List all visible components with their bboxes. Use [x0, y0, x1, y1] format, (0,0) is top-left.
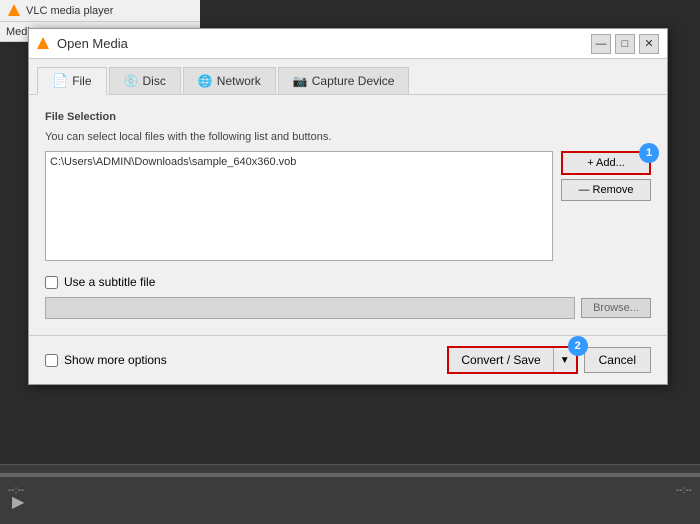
tab-disc[interactable]: Disc [109, 67, 181, 94]
dialog-minimize-button[interactable]: — [591, 34, 611, 54]
vlc-title: VLC media player [26, 5, 113, 17]
network-icon [198, 74, 213, 88]
vlc-time-right: --:-- [676, 485, 692, 496]
badge-2: 2 [568, 336, 588, 356]
dialog-title-left: Open Media [37, 36, 128, 51]
subtitle-checkbox-row: Use a subtitle file [45, 275, 651, 289]
convert-save-wrapper: Convert / Save ▼ 2 [447, 346, 577, 374]
vlc-logo-icon [8, 4, 20, 16]
dialog-title: Open Media [57, 36, 128, 51]
cancel-button[interactable]: Cancel [584, 347, 651, 373]
show-more-checkbox[interactable] [45, 354, 58, 367]
file-list-box[interactable]: C:\Users\ADMIN\Downloads\sample_640x360.… [45, 151, 553, 261]
tab-network[interactable]: Network [183, 67, 276, 94]
tab-file[interactable]: 📄 File [37, 67, 107, 95]
dialog-footer: Show more options Convert / Save ▼ 2 Can… [29, 335, 667, 384]
vlc-bottom-controls: --:-- --:-- ▶ [0, 464, 700, 524]
open-media-dialog: Open Media — □ ✕ 📄 File Disc Network Cap… [28, 28, 668, 385]
show-more-row: Show more options [45, 353, 167, 367]
tab-file-label: File [72, 74, 91, 88]
subtitle-checkbox[interactable] [45, 276, 58, 289]
footer-buttons: Convert / Save ▼ 2 Cancel [447, 346, 651, 374]
tab-disc-label: Disc [142, 74, 165, 88]
subtitle-checkbox-label: Use a subtitle file [64, 275, 155, 289]
tab-network-label: Network [217, 74, 261, 88]
vlc-controls: ▶ [12, 492, 24, 512]
vlc-timeline[interactable] [0, 473, 700, 477]
convert-save-button[interactable]: Convert / Save [449, 348, 553, 372]
file-path: C:\Users\ADMIN\Downloads\sample_640x360.… [50, 156, 296, 168]
dialog-body: File Selection You can select local file… [29, 95, 667, 335]
vlc-titlebar: VLC media player [0, 0, 200, 22]
remove-button[interactable]: — Remove [561, 179, 651, 201]
disc-icon [124, 74, 139, 88]
vlc-play-button[interactable]: ▶ [12, 492, 24, 512]
dialog-maximize-button[interactable]: □ [615, 34, 635, 54]
capture-icon [293, 74, 308, 88]
file-area: C:\Users\ADMIN\Downloads\sample_640x360.… [45, 151, 651, 261]
tab-capture[interactable]: Capture Device [278, 67, 410, 94]
browse-button[interactable]: Browse... [581, 298, 651, 318]
add-button[interactable]: + Add... [561, 151, 651, 175]
show-more-label: Show more options [64, 353, 167, 367]
tabs-bar: 📄 File Disc Network Capture Device [29, 59, 667, 95]
dialog-titlebar: Open Media — □ ✕ [29, 29, 667, 59]
subtitle-section: Use a subtitle file Browse... [45, 275, 651, 319]
add-button-wrapper: + Add... 1 [561, 151, 651, 175]
badge-1: 1 [639, 143, 659, 163]
file-selection-desc: You can select local files with the foll… [45, 131, 651, 143]
subtitle-input-row: Browse... [45, 297, 651, 319]
dialog-close-button[interactable]: ✕ [639, 34, 659, 54]
dialog-vlc-icon [37, 37, 49, 49]
convert-save-group: Convert / Save ▼ [447, 346, 577, 374]
tab-capture-label: Capture Device [312, 74, 395, 88]
file-icon: 📄 [52, 73, 68, 89]
dialog-window-controls: — □ ✕ [591, 34, 659, 54]
file-selection-label: File Selection [45, 111, 651, 123]
file-buttons: + Add... 1 — Remove [561, 151, 651, 201]
subtitle-input[interactable] [45, 297, 575, 319]
